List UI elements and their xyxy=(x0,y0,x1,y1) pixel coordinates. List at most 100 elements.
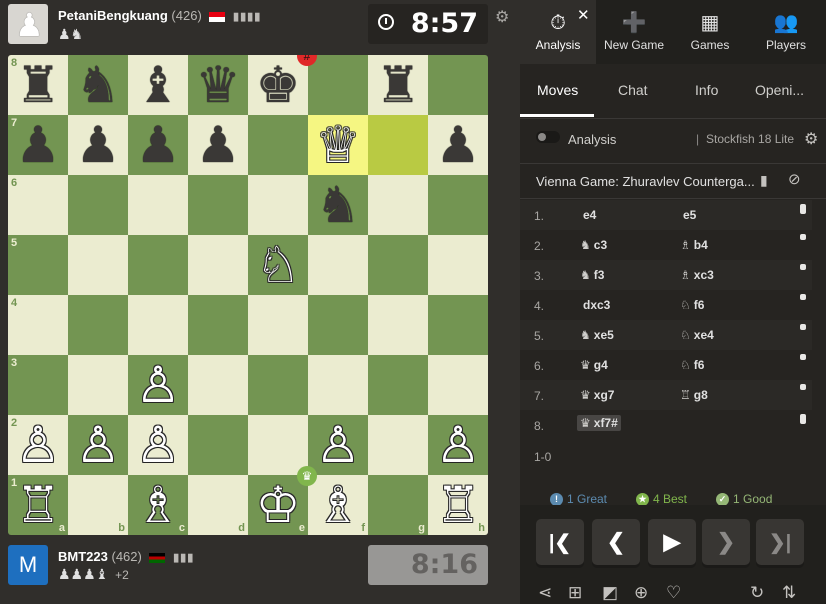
close-icon[interactable]: ✕ xyxy=(577,6,590,24)
square-b6[interactable] xyxy=(68,175,128,235)
square-f5[interactable] xyxy=(308,235,368,295)
chess-piece[interactable]: ♟ xyxy=(136,120,181,170)
white-move[interactable]: ♛ g4 xyxy=(580,358,608,372)
board-image-icon[interactable]: ◩ xyxy=(602,583,618,603)
chess-piece[interactable]: ♛ xyxy=(196,60,241,110)
previous-move-button[interactable]: ❮ xyxy=(592,519,640,565)
square-b1[interactable]: b xyxy=(68,475,128,535)
square-f8[interactable] xyxy=(308,55,368,115)
black-move[interactable]: ♘ f6 xyxy=(680,298,704,312)
chess-piece[interactable]: ♟ xyxy=(16,120,61,170)
square-h4[interactable] xyxy=(428,295,488,355)
nav-games[interactable]: ▦ Games xyxy=(672,0,748,64)
square-c8[interactable]: ♝ xyxy=(128,55,188,115)
nav-new-game[interactable]: ➕ New Game xyxy=(596,0,672,64)
square-c4[interactable] xyxy=(128,295,188,355)
board-settings-gear-icon[interactable]: ⚙ xyxy=(495,7,509,27)
tab-openings[interactable]: Openi... xyxy=(755,82,804,98)
bottom-player-name-row[interactable]: BMT223 (462) ▮▮▮ xyxy=(58,549,194,564)
square-g8[interactable]: ♜ xyxy=(368,55,428,115)
square-b4[interactable] xyxy=(68,295,128,355)
square-d7[interactable]: ♟ xyxy=(188,115,248,175)
nav-analysis[interactable]: ⏱ Analysis ✕ xyxy=(520,0,596,64)
square-e8[interactable]: ♚ # xyxy=(248,55,317,115)
next-move-button[interactable]: ❯ xyxy=(702,519,750,565)
black-move[interactable]: ♘ xe4 xyxy=(680,328,714,342)
white-move[interactable]: ♞ xe5 xyxy=(580,328,614,342)
white-move[interactable]: ♞ f3 xyxy=(580,268,604,282)
square-d1[interactable]: d xyxy=(188,475,248,535)
heart-icon[interactable]: ♡ xyxy=(666,583,681,603)
square-b7[interactable]: ♟ xyxy=(68,115,128,175)
chess-piece[interactable]: ♝ xyxy=(136,60,181,110)
top-player-avatar[interactable]: ♟ xyxy=(8,4,48,44)
square-d4[interactable] xyxy=(188,295,248,355)
black-move[interactable]: ♗ xc3 xyxy=(680,268,714,282)
opening-name[interactable]: Vienna Game: Zhuravlev Counterga... xyxy=(536,174,755,189)
chess-piece[interactable]: ♗ xyxy=(316,480,361,530)
bottom-player-name[interactable]: BMT223 xyxy=(58,549,108,564)
square-g3[interactable] xyxy=(368,355,428,415)
square-f1[interactable]: f ♗ xyxy=(308,475,368,535)
engine-settings-gear-icon[interactable]: ⚙ xyxy=(804,129,818,149)
chess-piece[interactable]: ♖ xyxy=(16,480,61,530)
square-e5[interactable]: ♘ xyxy=(248,235,308,295)
chess-piece[interactable]: ♙ xyxy=(16,420,61,470)
chess-piece[interactable]: ♟ xyxy=(436,120,481,170)
square-a3[interactable]: 3 xyxy=(8,355,68,415)
square-f2[interactable]: ♙ xyxy=(308,415,368,475)
square-e4[interactable] xyxy=(248,295,308,355)
compass-icon[interactable]: ⊘ xyxy=(788,170,801,188)
square-a1[interactable]: 1 a ♖ xyxy=(8,475,68,535)
white-move[interactable]: ♛ xf7# xyxy=(577,415,621,431)
square-a5[interactable]: 5 xyxy=(8,235,68,295)
chess-piece[interactable]: ♗ xyxy=(136,480,181,530)
square-c1[interactable]: c ♗ xyxy=(128,475,188,535)
black-move[interactable]: ♖ g8 xyxy=(680,388,708,402)
black-move[interactable]: ♘ f6 xyxy=(680,358,704,372)
square-h6[interactable] xyxy=(428,175,488,235)
square-e7[interactable] xyxy=(248,115,308,175)
square-g2[interactable] xyxy=(368,415,428,475)
square-b5[interactable] xyxy=(68,235,128,295)
square-d3[interactable] xyxy=(188,355,248,415)
square-h2[interactable]: ♙ xyxy=(428,415,488,475)
square-d5[interactable] xyxy=(188,235,248,295)
chess-piece[interactable]: ♞ xyxy=(76,60,121,110)
black-move[interactable]: e5 xyxy=(680,208,696,222)
tab-info[interactable]: Info xyxy=(695,82,718,98)
chess-piece[interactable]: ♜ xyxy=(376,60,421,110)
top-player-name-row[interactable]: PetaniBengkuang (426) ▮▮▮▮ xyxy=(58,8,261,23)
square-e3[interactable] xyxy=(248,355,308,415)
chess-piece[interactable]: ♜ xyxy=(16,60,61,110)
square-h8[interactable] xyxy=(428,55,488,115)
square-f4[interactable] xyxy=(308,295,368,355)
chess-piece[interactable]: ♖ xyxy=(436,480,481,530)
chess-piece[interactable]: ♟ xyxy=(196,120,241,170)
white-move[interactable]: dxc3 xyxy=(580,298,610,312)
square-c7[interactable]: ♟ xyxy=(128,115,188,175)
flip-board-icon[interactable]: ⇅ xyxy=(782,583,796,603)
add-game-icon[interactable]: ⊞ xyxy=(568,583,582,603)
chess-piece[interactable]: ♞ xyxy=(316,180,361,230)
chess-board[interactable]: 8 ♜ ♞ ♝ ♛ ♚ # ♜ 7 ♟ ♟ ♟ ♟ ♕ ♟ 6 ♞ 5 ♘ 4 3 ♙ 2 ♙ ♙ ♙ ♙ ♙ 1 a ♖ b c ♗ d e ♔ ♛ f ♗… xyxy=(8,55,488,535)
first-move-button[interactable]: |❮ xyxy=(536,519,584,565)
tab-chat[interactable]: Chat xyxy=(618,82,648,98)
nav-players[interactable]: 👥 Players xyxy=(748,0,824,64)
chess-piece[interactable]: ♙ xyxy=(76,420,121,470)
square-f6[interactable]: ♞ xyxy=(308,175,368,235)
square-h3[interactable] xyxy=(428,355,488,415)
square-b8[interactable]: ♞ xyxy=(68,55,128,115)
square-a6[interactable]: 6 xyxy=(8,175,68,235)
square-c2[interactable]: ♙ xyxy=(128,415,188,475)
square-a7[interactable]: 7 ♟ xyxy=(8,115,68,175)
book-icon[interactable]: ▮ xyxy=(760,172,768,189)
square-e1[interactable]: e ♔ ♛ xyxy=(248,466,317,535)
square-d6[interactable] xyxy=(188,175,248,235)
white-move[interactable]: e4 xyxy=(580,208,596,222)
square-b3[interactable] xyxy=(68,355,128,415)
square-g4[interactable] xyxy=(368,295,428,355)
square-c3[interactable]: ♙ xyxy=(128,355,188,415)
white-move[interactable]: ♞ c3 xyxy=(580,238,607,252)
rematch-icon[interactable]: ↻ xyxy=(750,583,764,603)
